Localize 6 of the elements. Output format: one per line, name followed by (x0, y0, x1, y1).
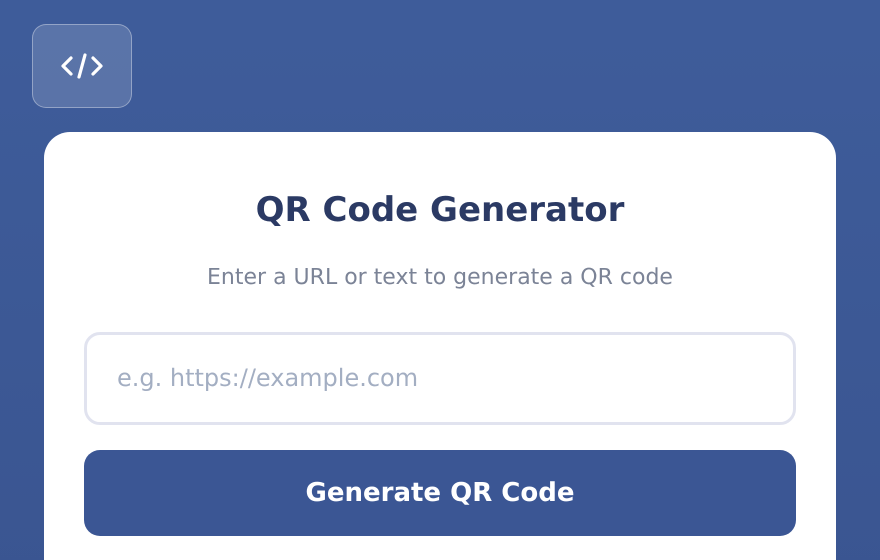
code-button[interactable] (32, 24, 132, 108)
url-input-field[interactable]: e.g. https://example.com (84, 332, 796, 425)
subtitle: Enter a URL or text to generate a QR code (206, 264, 674, 290)
generate-button[interactable]: Generate QR Code (84, 450, 796, 536)
code-icon (60, 51, 104, 81)
page-title: QR Code Generator (254, 190, 626, 231)
